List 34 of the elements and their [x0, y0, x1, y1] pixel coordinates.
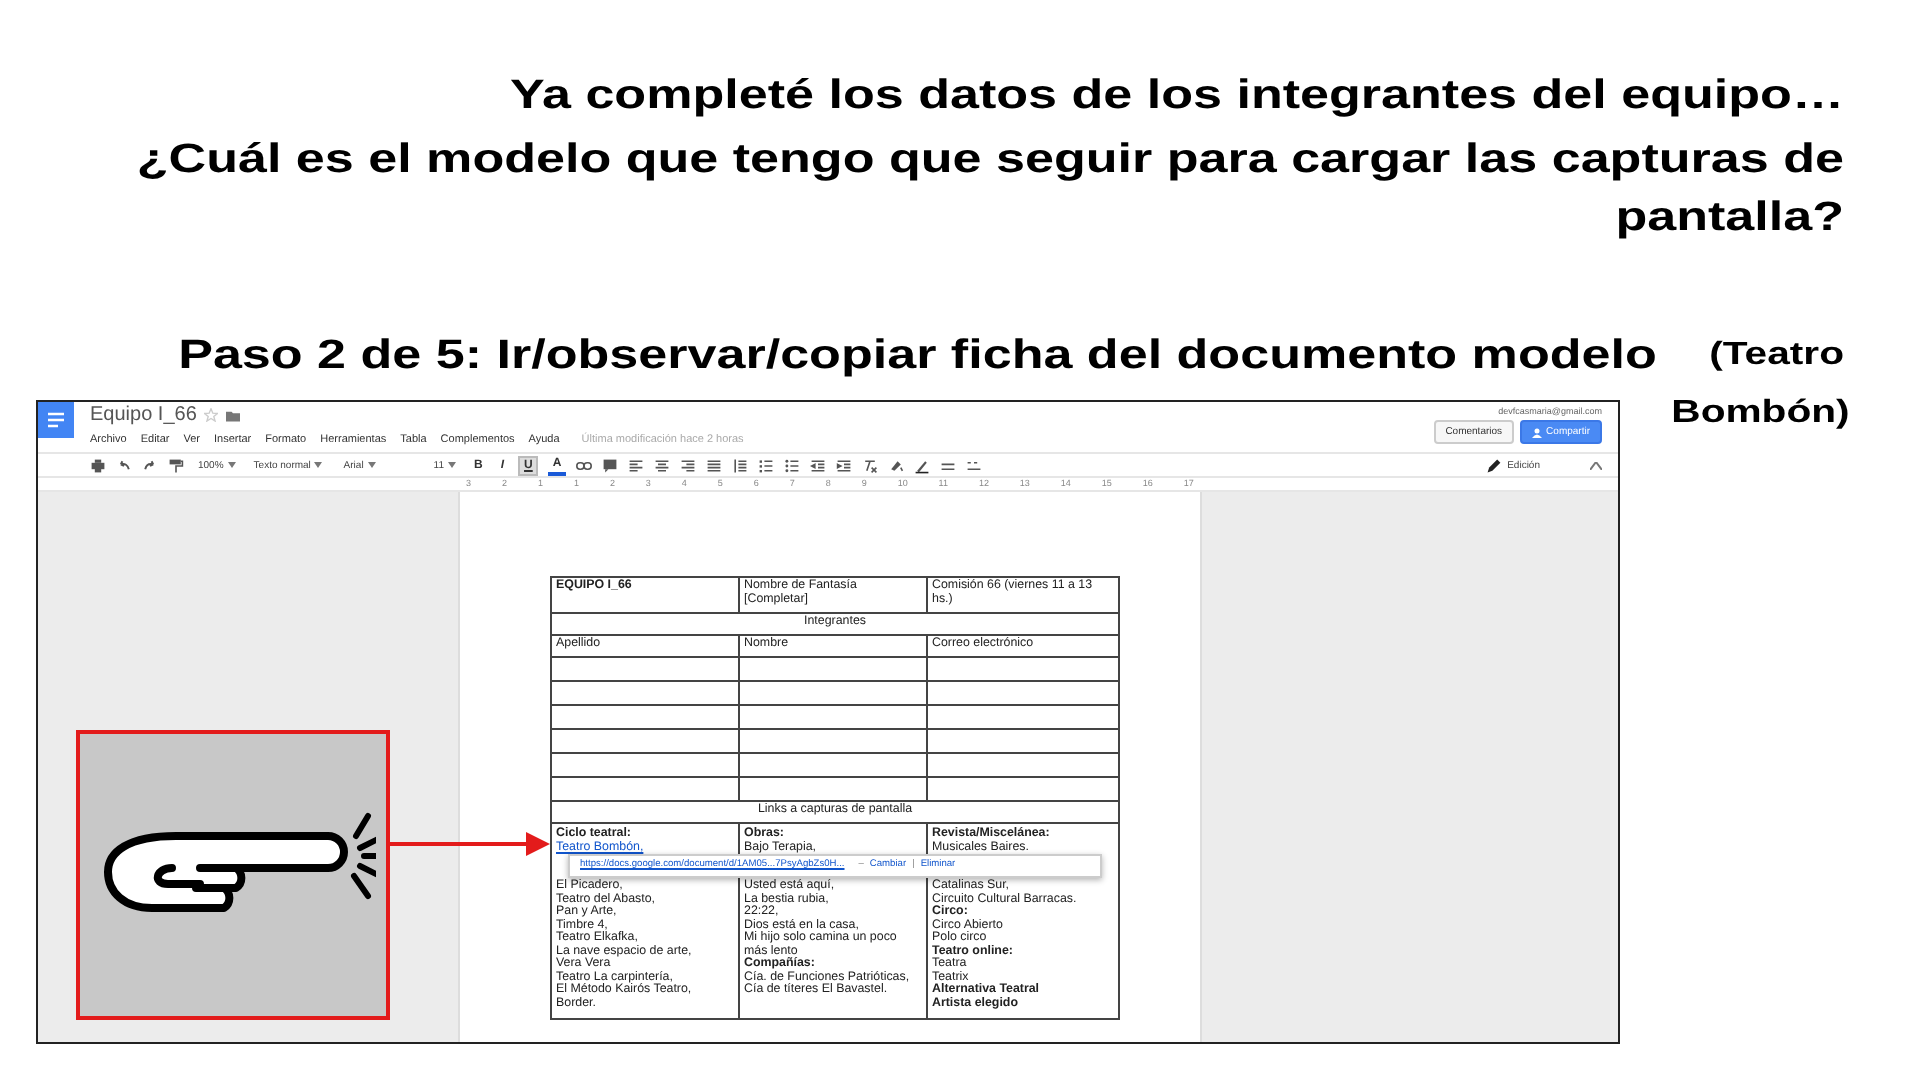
slide-question: ¿Cuál es el modelo que tengo que seguir para cargar las capturas de pantalla? — [134, 134, 1844, 244]
outdent-icon[interactable] — [809, 457, 826, 473]
link-icon[interactable] — [575, 457, 592, 473]
slide-heading: Ya completé los datos de los integrantes del equipo… — [508, 70, 1844, 122]
slide-step-note: (Teatro Bombón) — [1671, 336, 1844, 434]
dropdown-caret-icon[interactable] — [367, 462, 376, 468]
collapse-icon[interactable] — [1590, 461, 1602, 469]
align-left-icon[interactable] — [627, 457, 644, 473]
pencil-icon[interactable] — [1485, 457, 1502, 473]
numbered-list-icon[interactable] — [757, 457, 774, 473]
highlighter-icon[interactable] — [887, 457, 904, 473]
redo-icon[interactable] — [142, 457, 158, 473]
comment-icon[interactable] — [601, 457, 618, 473]
bulleted-list-icon[interactable] — [783, 457, 800, 473]
dropdown-caret-icon[interactable] — [448, 462, 456, 468]
align-center-icon[interactable] — [653, 457, 670, 473]
slide-step-title: Paso 2 de 5: Ir/observar/copiar ficha del documento modelo — [178, 332, 1657, 378]
document-icon[interactable] — [38, 402, 74, 438]
folder-icon[interactable] — [226, 409, 241, 421]
line-spacing-icon[interactable] — [731, 457, 748, 473]
paint-roller-icon[interactable] — [168, 457, 184, 473]
star-icon[interactable] — [204, 408, 219, 422]
dropdown-caret-icon[interactable] — [314, 462, 323, 468]
justify-icon[interactable] — [705, 457, 722, 473]
clear-format-icon[interactable] — [861, 457, 878, 473]
dropdown-caret-icon[interactable] — [227, 462, 236, 468]
undo-icon[interactable] — [116, 457, 132, 473]
pen-icon[interactable] — [913, 457, 930, 473]
border-dash-icon[interactable] — [965, 457, 982, 473]
print-icon[interactable] — [90, 457, 106, 473]
document-title[interactable]: Equipo I_66 — [90, 404, 197, 426]
person-icon — [1532, 427, 1543, 437]
indent-icon[interactable] — [835, 457, 852, 473]
align-right-icon[interactable] — [679, 457, 696, 473]
